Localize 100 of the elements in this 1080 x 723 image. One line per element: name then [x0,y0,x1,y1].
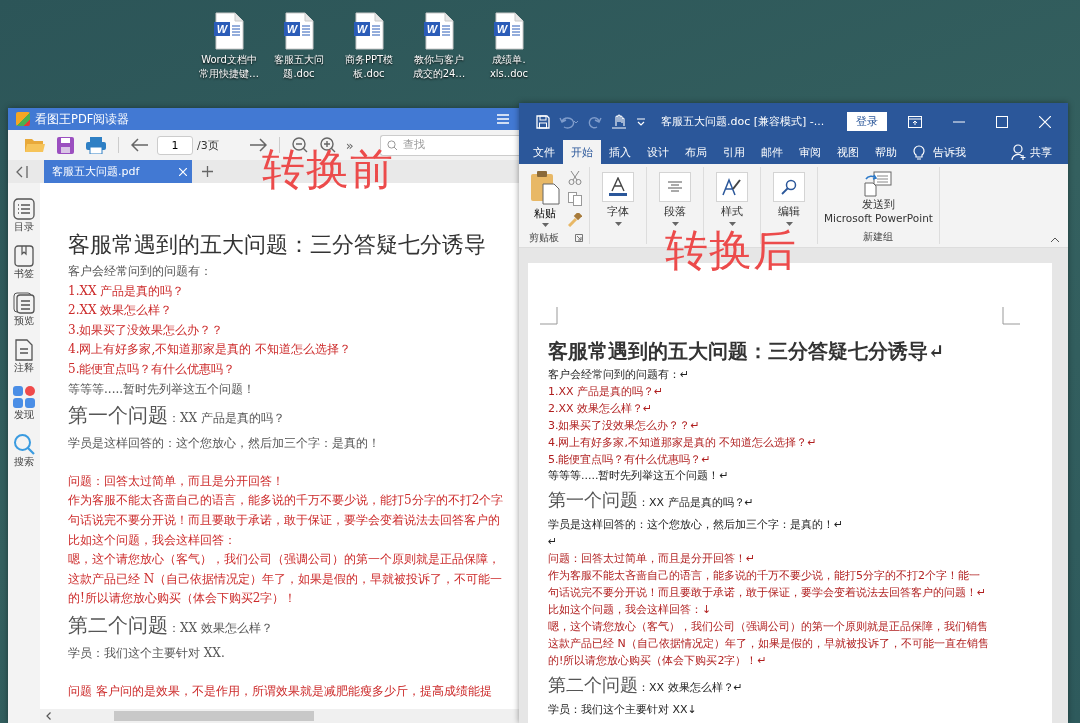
body-text: 学员：我们这个主要针对 XX. [68,644,225,662]
body-text: 学员：我们这个主要针对 XX↓ [548,701,697,718]
share-button[interactable]: 共享 [1011,140,1052,164]
document-title: 客服常遇到的五大问题：三分答疑七分诱导↵ [548,339,945,365]
page-number-field[interactable]: 1 [157,135,193,155]
highlighted-text: 这款产品已经 N（自己依据情况定）年了，如果是假的，早就被投诉了，不可能一直在销售 [548,635,989,652]
vertical-scrollbar[interactable] [1052,263,1068,723]
sidebar-item[interactable]: 搜索 [13,433,35,469]
dialog-launcher-icon[interactable] [575,234,583,242]
word-document-icon[interactable]: W [354,12,384,50]
ribbon-tab[interactable]: 帮助 [867,140,905,164]
collapse-ribbon-icon[interactable] [1050,237,1060,243]
highlighted-text: 5.能便宜点吗？有什么优惠吗？ [68,360,236,378]
highlighted-text: 1.XX 产品是真的吗？↵ [548,383,664,400]
highlighted-text: 3.如果买了没效果怎么办？？↵ [548,417,700,434]
undo-icon[interactable] [559,114,579,129]
highlighted-text: 嗯，这个请您放心（客气），我们公司（强调公司）的第一个原则就是正品保障，我们销售 [548,618,988,635]
ribbon-tab[interactable]: 开始 [563,140,601,164]
body-text: 学员是这样回答的：这个您放心，然后加三个字：是真的！ [68,435,380,453]
save-icon[interactable] [57,136,74,154]
highlighted-text: 这款产品已经 N（自己依据情况定）年了，如果是假的，早就被投诉了，不可能一 [68,570,503,588]
menu-icon[interactable] [497,114,509,124]
paragraph-icon [659,172,691,202]
cut-icon[interactable] [568,171,582,185]
ribbon-tab[interactable]: 视图 [829,140,867,164]
send-document-icon [864,171,893,197]
scroll-left-icon[interactable] [46,712,51,720]
ribbon-tab[interactable]: 审阅 [791,140,829,164]
highlighted-text: 嗯，这个请您放心（客气），我们公司（强调公司）的第一个原则就是正品保障， [68,551,500,569]
document-tab[interactable]: 客服五大问题.pdf [44,160,193,183]
highlighted-text: 作为客服不能太吝啬自己的语言，能多说的千万不要少说，能打5分字的不打2个字 [68,492,504,510]
caret-icon [671,222,679,226]
print-icon[interactable] [86,136,106,154]
back-arrow-icon[interactable] [131,138,149,152]
highlighted-text: 问题：回答太过简单，而且是分开回答！↵ [548,551,756,568]
save-icon[interactable] [536,114,550,129]
close-icon[interactable] [1039,115,1052,128]
page-count: /3页 [197,137,219,153]
body-text: 等等等.....暂时先列举这五个问题！ [68,380,256,398]
new-tab-icon[interactable] [202,166,214,177]
ribbon-button[interactable]: 字体 [602,172,634,226]
highlighted-text: 4.网上有好多家,不知道那家是真的 不知道怎么选择？↵ [548,434,817,451]
collapse-sidebar-icon[interactable] [16,165,30,178]
ribbon-tab[interactable]: 布局 [677,140,715,164]
customize-toolbar-icon[interactable] [636,117,646,126]
styles-icon [716,172,748,202]
word-document-icon[interactable]: W [214,12,244,50]
window-title: 看图王PDF阅读器 [35,111,131,127]
maximize-icon[interactable] [996,115,1009,128]
ribbon-button[interactable]: 样式 [716,172,748,226]
touch-mode-icon[interactable] [611,113,627,130]
ribbon-button[interactable]: 段落 [659,172,691,226]
redo-icon[interactable] [588,114,602,129]
window-title: 客服五大问题.doc [兼容模式] -... [661,114,825,129]
sidebar-item[interactable]: 发现 [13,386,35,422]
lightbulb-icon[interactable] [913,144,925,160]
horizontal-scrollbar[interactable] [40,709,519,723]
app-logo-icon [16,112,30,126]
highlighted-text: 2.XX 效果怎么样？↵ [548,400,653,417]
highlighted-text: 5.能便宜点吗？有什么优惠吗？↵ [548,451,711,468]
caret-icon [541,223,549,227]
word-document-icon[interactable]: W [494,12,524,50]
highlighted-text: 的!所以请您放心购买（体会下购买2字）！↵ [548,652,767,669]
highlighted-text: 句话说完不要分开说！而且要敢于承诺，敢于保证，要学会变着说法去回答客户的 [68,511,500,529]
ribbon-tab[interactable]: 插入 [601,140,639,164]
ribbon-tab[interactable]: 文件 [525,140,563,164]
file-name-label[interactable]: 商务PPT模 板.doc [344,53,394,81]
section-heading: 第一个问题：XX 产品是真的吗？ [68,402,285,430]
caret-icon [614,222,622,226]
file-name-label[interactable]: 成绩单. xls..doc [489,53,529,81]
ribbon-button[interactable]: 编辑 [773,172,805,226]
body-text: 客户会经常问到的问题有： [68,263,212,280]
login-button[interactable]: 登录 [847,112,888,131]
highlighted-text: 2.XX 效果怎么样？ [68,302,173,320]
highlighted-text: 比如这个问题，我会这样回答： [68,531,236,549]
format-painter-icon[interactable] [568,213,582,227]
body-text: ↵ [548,534,558,551]
send-to-powerpoint-button[interactable]: 发送到 Microsoft PowerPoint [824,171,933,225]
caret-icon [785,222,793,226]
tell-me-search[interactable]: 告诉我 [925,140,974,164]
caret-icon [728,222,736,226]
highlighted-text: 的!所以请您放心购买（体会下购买2字）！ [68,590,297,608]
word-document-icon[interactable]: W [284,12,314,50]
ribbon-tab[interactable]: 邮件 [753,140,791,164]
ribbon-tab[interactable]: 引用 [715,140,753,164]
highlighted-text: 4.网上有好多家,不知道那家是真的 不知道怎么选择？ [68,341,352,359]
ribbon-display-options-icon[interactable] [908,115,923,128]
highlighted-text: 问题 客户问的是效果，不是作用，所谓效果就是减肥能瘦多少斤，提高成绩能提 [68,682,492,700]
highlighted-text: 句话说完不要分开说！而且要敢于承诺，敢于保证，要学会变着说法去回答客户的问题！↵ [548,584,987,601]
close-icon[interactable] [179,167,188,176]
file-name-label[interactable]: 教你与客户 成交的24… [412,53,466,81]
file-name-label[interactable]: Word文档中 常用快捷键… [199,53,259,81]
ribbon-tab[interactable]: 设计 [639,140,677,164]
find-icon [773,172,805,202]
file-name-label[interactable]: 客服五大问 题.doc [274,53,324,81]
paste-button[interactable]: 粘贴 [530,171,560,227]
section-heading: 第二个问题：XX 效果怎么样？ [68,611,273,639]
copy-icon[interactable] [568,192,582,206]
word-document-icon[interactable]: W [424,12,454,50]
margin-corner-mark [1002,307,1020,325]
